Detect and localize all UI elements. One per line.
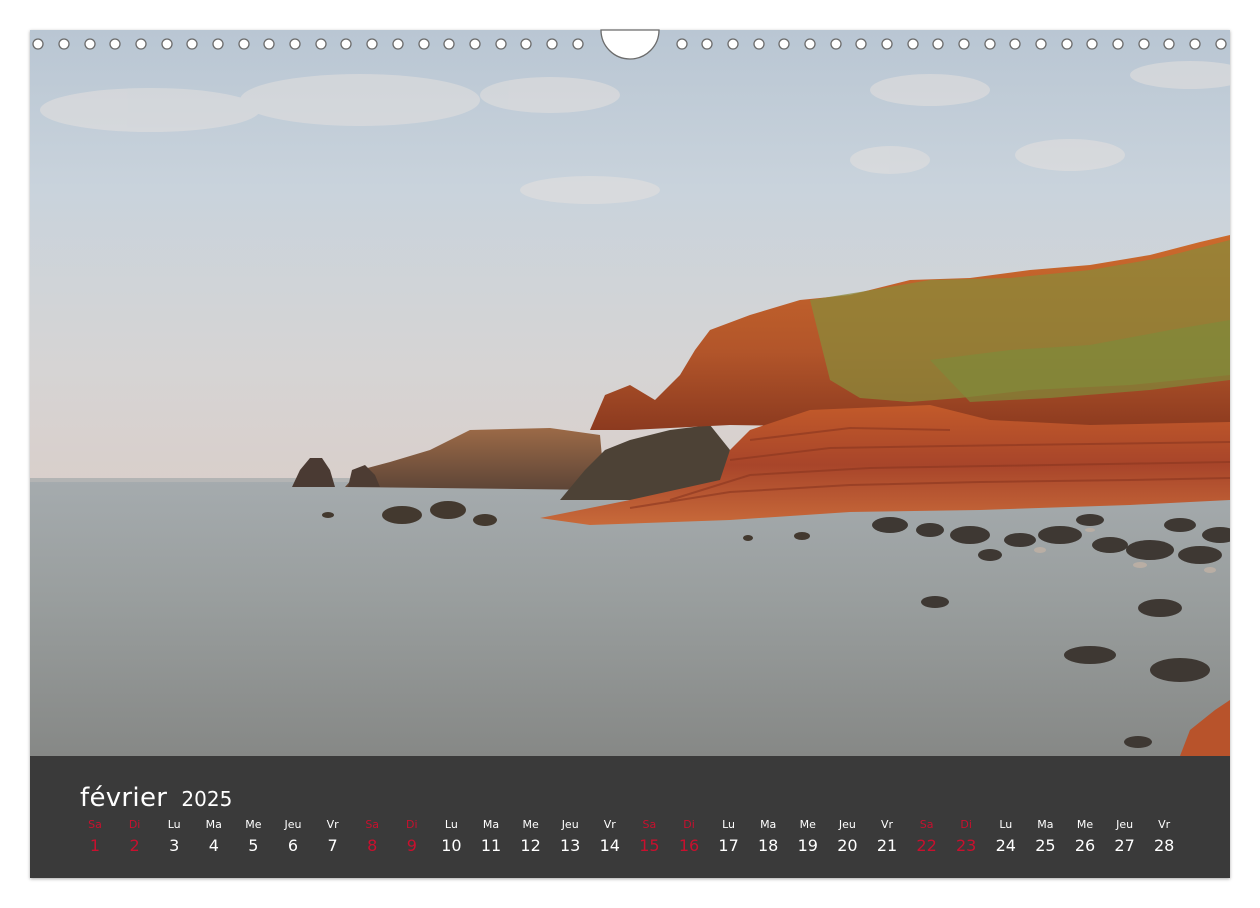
calendar-bar: février 2025 Sa 1 Di 2 Lu 3 Ma 4 Me 5 Jeu 6 Vr 7 Sa 8 Di… xyxy=(30,756,1230,878)
day-number: 13 xyxy=(560,836,581,855)
day-number: 11 xyxy=(480,836,502,855)
day-name: Sa xyxy=(642,818,657,831)
day-number: 27 xyxy=(1114,836,1135,855)
month-title: février 2025 xyxy=(80,776,232,814)
day-name: Me xyxy=(245,818,262,831)
day-number: 16 xyxy=(678,836,700,855)
day-number: 15 xyxy=(639,836,660,855)
day-name: Sa xyxy=(365,818,380,831)
month-name: février xyxy=(80,783,168,813)
day-name: Vr xyxy=(880,818,894,831)
day-name: Vr xyxy=(1158,818,1171,831)
day-name: Vr xyxy=(326,818,339,831)
day-number: 28 xyxy=(1154,836,1175,855)
day-number: 6 xyxy=(287,836,299,855)
day-number: 8 xyxy=(367,836,378,855)
day-name: Jeu xyxy=(561,818,579,831)
day-name: Vr xyxy=(603,818,616,831)
calendar-page xyxy=(30,30,1230,878)
day-name: Di xyxy=(406,818,418,831)
day-name: Lu xyxy=(722,818,736,831)
day-number: 14 xyxy=(599,836,620,855)
day-number: 20 xyxy=(837,836,858,855)
day-number: 24 xyxy=(995,836,1016,855)
day-name: Me xyxy=(1076,818,1094,831)
day-number: 18 xyxy=(758,836,779,855)
day-number: 7 xyxy=(327,836,338,855)
day-number: 21 xyxy=(876,836,898,855)
day-name: Di xyxy=(960,818,972,831)
day-number: 19 xyxy=(797,836,818,855)
day-name: Di xyxy=(683,818,695,831)
day-number: 2 xyxy=(129,836,140,855)
day-number: 4 xyxy=(208,836,219,855)
day-name: Di xyxy=(128,818,141,831)
day-number: 22 xyxy=(916,836,937,855)
day-name: Ma xyxy=(760,818,777,831)
day-number: 3 xyxy=(169,836,180,855)
day-number: 25 xyxy=(1035,836,1056,855)
day-number: 10 xyxy=(441,836,462,855)
coastal-cliff-photo xyxy=(30,30,1230,756)
day-number: 17 xyxy=(718,836,739,855)
day-name: Jeu xyxy=(284,818,302,831)
day-name: Jeu xyxy=(838,818,856,831)
day-number: 12 xyxy=(520,836,541,855)
day-number: 9 xyxy=(406,836,417,855)
day-number: 26 xyxy=(1074,836,1096,855)
day-name: Me xyxy=(799,818,816,831)
day-number: 5 xyxy=(248,836,259,855)
day-name: Sa xyxy=(88,818,102,831)
day-name: Ma xyxy=(1037,818,1054,831)
day-name: Ma xyxy=(482,818,500,831)
day-name: Ma xyxy=(205,818,222,831)
year-label: 2025 xyxy=(181,787,233,811)
day-number: 23 xyxy=(956,836,977,855)
day-name: Sa xyxy=(919,818,934,831)
day-name: Lu xyxy=(444,818,458,831)
day-number: 1 xyxy=(89,836,101,855)
day-name: Lu xyxy=(999,818,1013,831)
day-name: Me xyxy=(522,818,539,831)
day-name: Jeu xyxy=(1116,818,1134,831)
day-name: Lu xyxy=(167,818,181,831)
